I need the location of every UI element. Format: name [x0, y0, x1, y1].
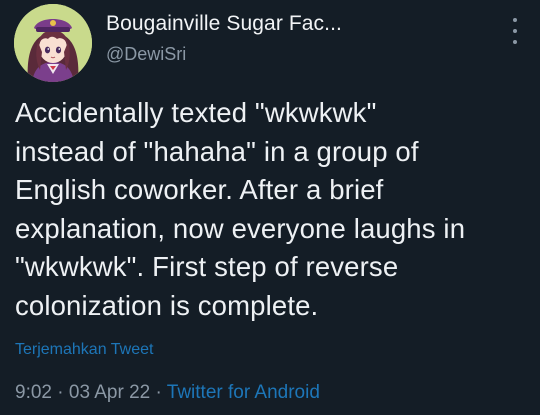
avatar[interactable] — [14, 4, 92, 82]
meta-separator: · — [57, 382, 64, 403]
anime-girl-avatar-icon — [14, 4, 92, 82]
translate-tweet-link[interactable]: Terjemahkan Tweet — [15, 341, 153, 359]
display-name[interactable]: Bougainville Sugar Fac... — [106, 12, 342, 36]
tweet-date: 03 Apr 22 — [68, 382, 151, 403]
more-dot — [513, 18, 517, 22]
tweet-text: Accidentally texted "wkwkwk" instead of … — [15, 97, 466, 321]
tweet-source-link[interactable]: Twitter for Android — [167, 382, 320, 403]
tweet-time: 9:02 — [15, 382, 52, 403]
tweet-meta: 9:02 · 03 Apr 22 · Twitter for Android — [15, 382, 320, 404]
tweet-card: Bougainville Sugar Fac... @DewiSri Accid… — [0, 0, 540, 415]
user-handle[interactable]: @DewiSri — [106, 44, 186, 65]
more-options-icon[interactable] — [509, 18, 521, 44]
more-dot — [513, 29, 517, 33]
more-dot — [513, 40, 517, 44]
meta-separator: · — [155, 382, 162, 403]
